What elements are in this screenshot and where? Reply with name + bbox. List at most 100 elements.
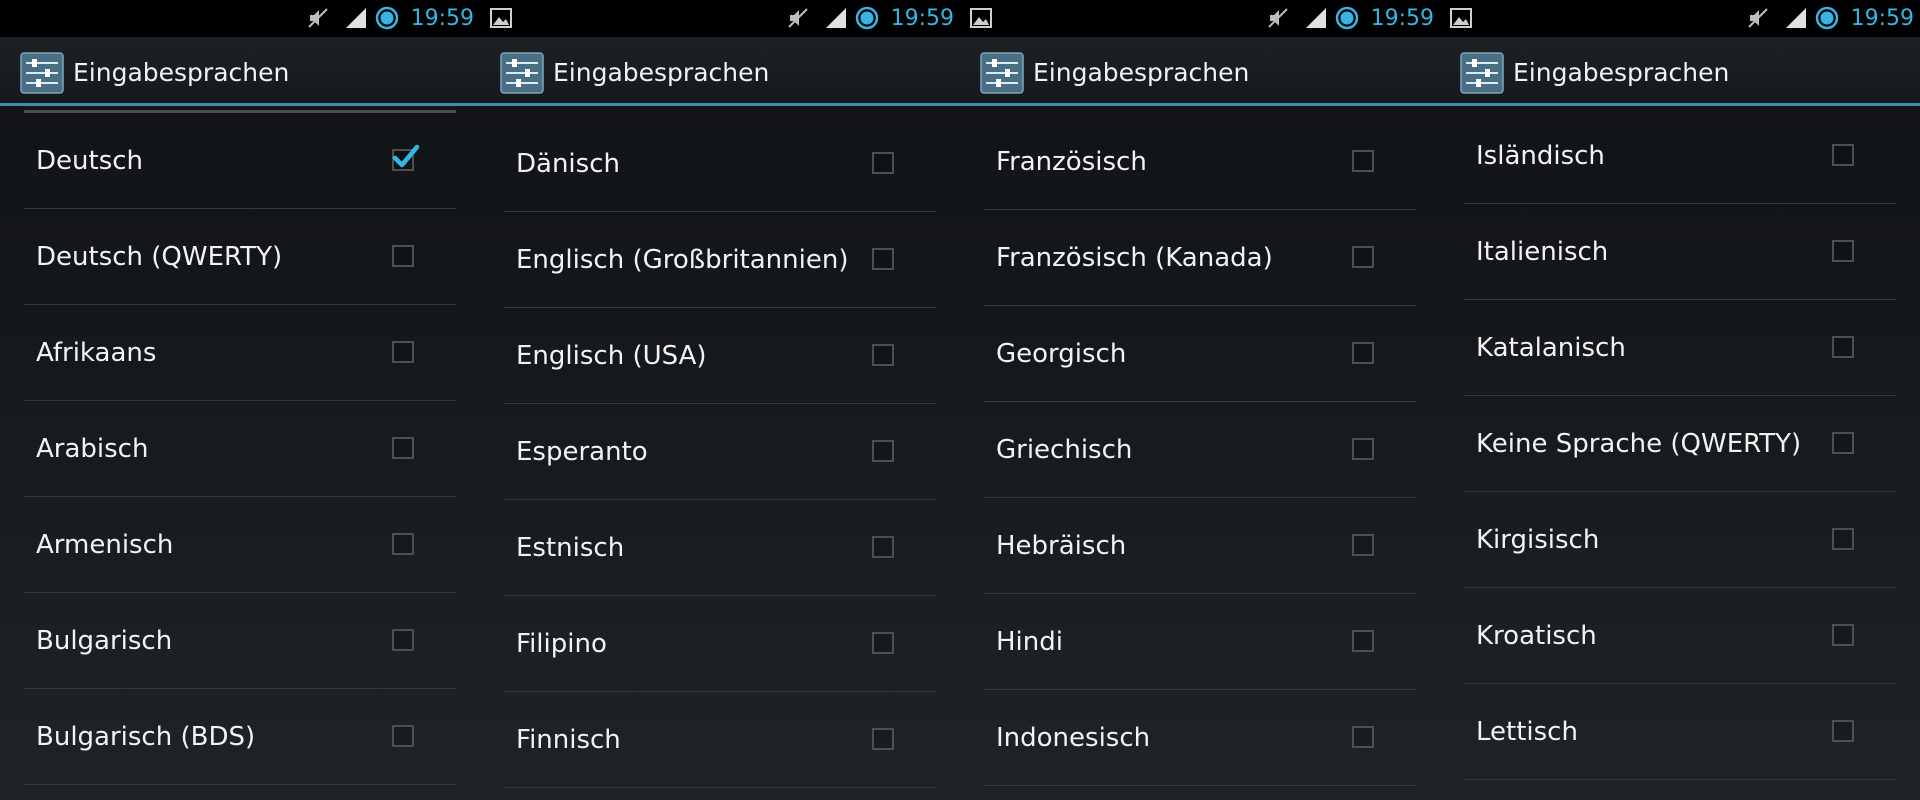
action-bar: Eingabesprachen (480, 37, 960, 106)
language-item[interactable]: Keine Sprache (QWERTY) (1464, 396, 1896, 492)
settings-app-icon[interactable] (980, 52, 1024, 94)
language-label: Esperanto (516, 437, 648, 467)
language-checkbox[interactable] (872, 536, 894, 558)
phone-screen: 19:59 Eingabesprachen Isländisch Italien… (1440, 0, 1920, 800)
language-item[interactable]: Kirgisisch (1464, 492, 1896, 588)
language-checkbox[interactable] (1352, 630, 1374, 652)
language-checkbox[interactable] (392, 245, 414, 267)
language-item[interactable]: Griechisch (984, 402, 1416, 498)
image-notification-icon (970, 8, 992, 28)
language-label: Lettisch (1476, 717, 1578, 747)
screens-container: 19:59 Eingabesprachen Deutsch Deutsch (Q… (0, 0, 1920, 800)
language-item[interactable]: Deutsch (24, 113, 456, 209)
language-item[interactable]: Katalanisch (1464, 300, 1896, 396)
language-label: Keine Sprache (QWERTY) (1476, 429, 1802, 459)
language-list: Dänisch Englisch (Großbritannien) Englis… (504, 116, 936, 788)
page-title: Eingabesprachen (73, 58, 290, 87)
language-checkbox[interactable] (1352, 438, 1374, 460)
signal-icon (344, 6, 368, 30)
language-label: Georgisch (996, 339, 1127, 369)
image-notification-icon (490, 8, 512, 28)
language-checkbox[interactable] (1832, 144, 1854, 166)
language-item[interactable]: Dänisch (504, 116, 936, 212)
language-checkbox[interactable] (1352, 726, 1374, 748)
language-item[interactable]: Finnisch (504, 692, 936, 788)
language-item[interactable]: Englisch (Großbritannien) (504, 212, 936, 308)
status-bar: 19:59 (480, 0, 960, 37)
language-item[interactable]: Armenisch (24, 497, 456, 593)
language-item[interactable]: Bulgarisch (BDS) (24, 689, 456, 785)
language-checkbox[interactable] (1352, 150, 1374, 172)
language-item[interactable]: Lettisch (1464, 684, 1896, 780)
phone-screen: 19:59 Eingabesprachen Dänisch Englisch (… (480, 0, 960, 800)
language-checkbox[interactable] (1832, 528, 1854, 550)
language-item[interactable]: Arabisch (24, 401, 456, 497)
language-item[interactable]: Englisch (USA) (504, 308, 936, 404)
language-item[interactable]: Hebräisch (984, 498, 1416, 594)
language-label: Arabisch (36, 434, 149, 464)
language-item[interactable]: Deutsch (QWERTY) (24, 209, 456, 305)
language-list: Isländisch Italienisch Katalanisch Keine… (1464, 108, 1896, 780)
language-checkbox[interactable] (392, 341, 414, 363)
language-checkbox[interactable] (872, 632, 894, 654)
language-checkbox[interactable] (1352, 534, 1374, 556)
image-notification-icon (1450, 8, 1472, 28)
language-item[interactable]: Filipino (504, 596, 936, 692)
language-item[interactable]: Französisch (984, 114, 1416, 210)
language-checkbox[interactable] (1832, 432, 1854, 454)
language-item[interactable]: Italienisch (1464, 204, 1896, 300)
language-checkbox[interactable] (392, 437, 414, 459)
mute-icon (1746, 6, 1770, 30)
language-checkbox[interactable] (1832, 240, 1854, 262)
language-label: Hebräisch (996, 531, 1127, 561)
status-bar: 19:59 (0, 0, 480, 37)
language-checkbox[interactable] (872, 152, 894, 174)
settings-app-icon[interactable] (1460, 52, 1504, 94)
mute-icon (1266, 6, 1290, 30)
language-item[interactable]: Isländisch (1464, 108, 1896, 204)
language-label: Finnisch (516, 725, 621, 755)
signal-icon (1784, 6, 1808, 30)
language-checkbox[interactable] (392, 533, 414, 555)
language-checkbox[interactable] (872, 248, 894, 270)
language-checkbox[interactable] (872, 728, 894, 750)
language-label: Isländisch (1476, 141, 1605, 171)
language-checkbox[interactable] (392, 144, 420, 171)
page-title: Eingabesprachen (1513, 58, 1730, 87)
language-item[interactable]: Estnisch (504, 500, 936, 596)
language-checkbox[interactable] (1352, 246, 1374, 268)
language-label: Filipino (516, 629, 607, 659)
language-checkbox[interactable] (1832, 720, 1854, 742)
mute-icon (786, 6, 810, 30)
settings-app-icon[interactable] (500, 52, 544, 94)
signal-icon (1304, 6, 1328, 30)
language-item[interactable]: Hindi (984, 594, 1416, 690)
language-item[interactable]: Französisch (Kanada) (984, 210, 1416, 306)
settings-app-icon[interactable] (20, 52, 64, 94)
language-item[interactable]: Georgisch (984, 306, 1416, 402)
language-item[interactable]: Kroatisch (1464, 588, 1896, 684)
status-clock: 19:59 (890, 6, 954, 31)
page-title: Eingabesprachen (1033, 58, 1250, 87)
mute-icon (306, 6, 330, 30)
status-bar: 19:59 (960, 0, 1440, 37)
battery-icon (1335, 6, 1359, 30)
language-checkbox[interactable] (392, 629, 414, 651)
language-checkbox[interactable] (872, 440, 894, 462)
language-checkbox[interactable] (1352, 342, 1374, 364)
language-label: Bulgarisch (36, 626, 173, 656)
language-checkbox[interactable] (1832, 336, 1854, 358)
language-checkbox[interactable] (1832, 624, 1854, 646)
language-label: Indonesisch (996, 723, 1151, 753)
status-clock: 19:59 (410, 6, 474, 31)
language-checkbox[interactable] (392, 725, 414, 747)
language-label: Französisch (996, 147, 1147, 177)
language-item[interactable]: Esperanto (504, 404, 936, 500)
language-item[interactable]: Bulgarisch (24, 593, 456, 689)
language-item[interactable]: Indonesisch (984, 690, 1416, 786)
status-clock: 19:59 (1850, 6, 1914, 31)
battery-icon (855, 6, 879, 30)
language-item[interactable]: Afrikaans (24, 305, 456, 401)
language-checkbox[interactable] (872, 344, 894, 366)
language-label: Englisch (Großbritannien) (516, 245, 849, 275)
